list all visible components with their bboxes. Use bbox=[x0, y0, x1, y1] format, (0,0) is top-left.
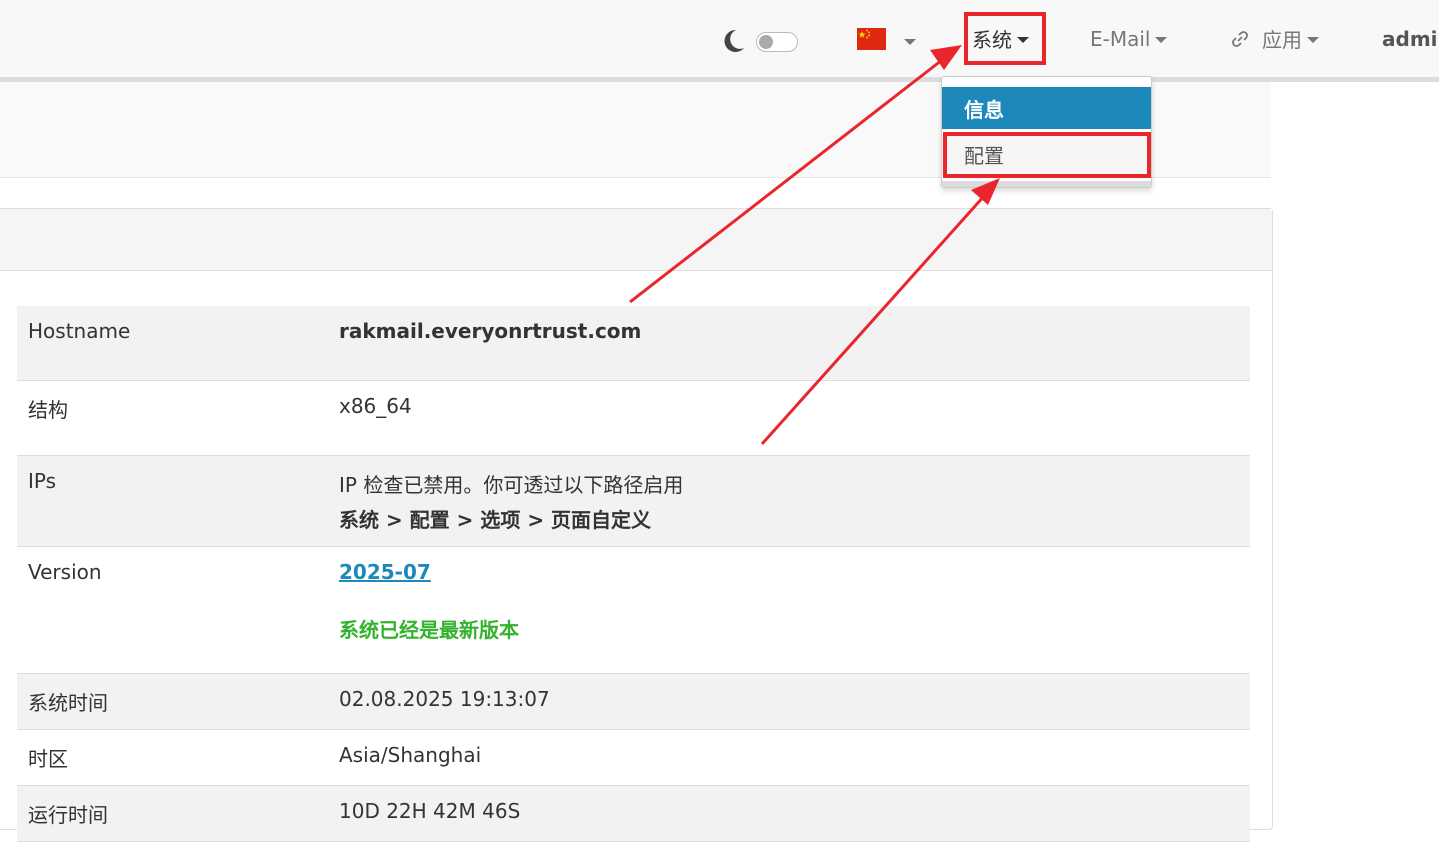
timezone-value: Asia/Shanghai bbox=[328, 729, 1250, 786]
language-caret-icon[interactable] bbox=[904, 39, 916, 45]
version-value: 2025-07 系统已经是最新版本 bbox=[328, 546, 1250, 674]
table-row: 运行时间 10D 22H 42M 46S bbox=[17, 785, 1250, 842]
dark-mode-toggle[interactable] bbox=[756, 32, 798, 52]
highlight-box-system bbox=[964, 12, 1046, 65]
arch-value: x86_64 bbox=[328, 380, 1250, 456]
dropdown-footer bbox=[942, 181, 1151, 187]
nav-user-menu[interactable]: admin bbox=[1382, 0, 1439, 77]
uptime-value: 10D 22H 42M 46S bbox=[328, 785, 1250, 842]
info-key: Hostname bbox=[17, 306, 328, 381]
table-row: 时区 Asia/Shanghai bbox=[17, 729, 1250, 786]
system-time-value: 02.08.2025 19:13:07 bbox=[328, 673, 1250, 730]
info-key: 系统时间 bbox=[17, 673, 328, 730]
table-row: 系统时间 02.08.2025 19:13:07 bbox=[17, 673, 1250, 730]
ips-value: IP 检查已禁用。你可透过以下路径启用 系统 > 配置 > 选项 > 页面自定义 bbox=[328, 455, 1250, 547]
table-row: Hostname rakmail.everyonrtrust.com bbox=[17, 306, 1250, 381]
nav-apps-menu[interactable]: 应用 bbox=[1230, 0, 1319, 77]
top-navbar: 系统 E-Mail 应用 admin bbox=[0, 0, 1439, 82]
toggle-knob bbox=[759, 35, 773, 49]
chevron-down-icon bbox=[1155, 36, 1168, 43]
nav-user-label: admin bbox=[1382, 26, 1439, 51]
info-key: 运行时间 bbox=[17, 785, 328, 842]
table-row: IPs IP 检查已禁用。你可透过以下路径启用 系统 > 配置 > 选项 > 页… bbox=[17, 455, 1250, 547]
ips-enable-path: 系统 > 配置 > 选项 > 页面自定义 bbox=[339, 507, 652, 532]
moon-icon[interactable] bbox=[720, 28, 746, 54]
hostname-value: rakmail.everyonrtrust.com bbox=[328, 306, 1250, 381]
panel-heading bbox=[0, 209, 1272, 271]
update-status-text: 系统已经是最新版本 bbox=[339, 617, 519, 642]
table-row: Version 2025-07 系统已经是最新版本 bbox=[17, 546, 1250, 674]
system-info-table: Hostname rakmail.everyonrtrust.com 结构 x8… bbox=[17, 306, 1250, 842]
chevron-down-icon bbox=[1307, 36, 1319, 43]
highlight-box-config bbox=[943, 132, 1151, 178]
table-row: 结构 x86_64 bbox=[17, 380, 1250, 456]
nav-apps-label: 应用 bbox=[1262, 28, 1302, 52]
china-flag-icon[interactable] bbox=[857, 28, 886, 50]
info-key: Version bbox=[17, 546, 328, 674]
info-key: 结构 bbox=[17, 380, 328, 456]
nav-email-label: E-Mail bbox=[1090, 26, 1151, 51]
link-icon bbox=[1232, 30, 1248, 47]
dropdown-item-label: 信息 bbox=[964, 97, 1004, 122]
dropdown-item-info[interactable]: 信息 bbox=[942, 87, 1151, 129]
nav-email-menu[interactable]: E-Mail bbox=[1090, 0, 1168, 77]
info-key: 时区 bbox=[17, 729, 328, 786]
info-key: IPs bbox=[17, 455, 328, 547]
ips-disabled-text: IP 检查已禁用。你可透过以下路径启用 bbox=[339, 472, 684, 497]
version-link[interactable]: 2025-07 bbox=[339, 560, 431, 584]
